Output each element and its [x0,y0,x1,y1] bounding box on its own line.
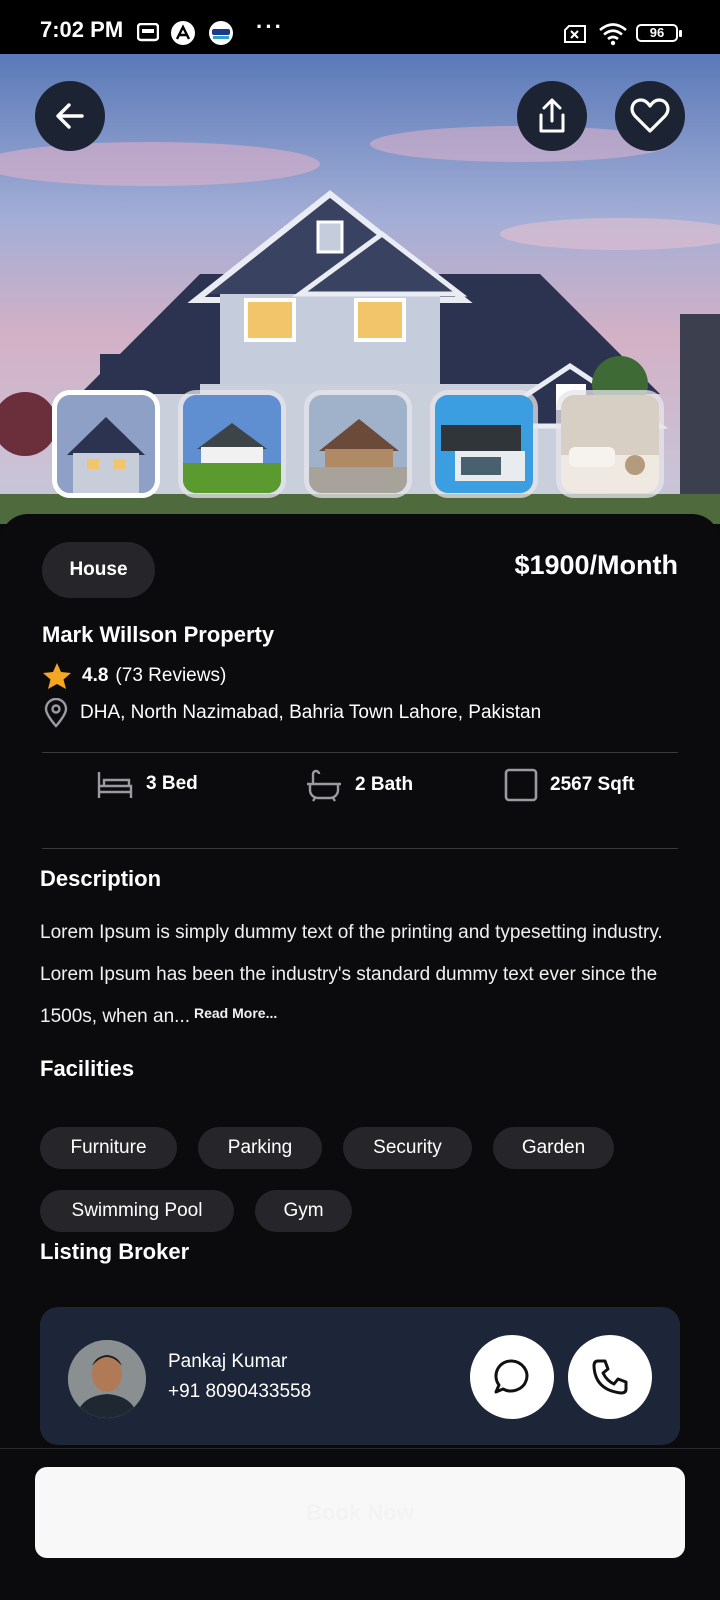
area-square-icon [504,768,538,802]
status-bar: 7:02 PM ··· 96 [0,0,720,54]
spec-beds: 3 Bed [96,768,198,800]
location-text: DHA, North Nazimabad, Bahria Town Lahore… [80,702,542,723]
avatar [68,1340,146,1418]
property-type-chip: House [42,542,155,598]
details-sheet: House $1900/Month Mark Willson Property … [0,514,720,1600]
thumb-interior[interactable] [556,390,664,498]
facility-chip: Furniture [40,1127,177,1169]
battery-level: 96 [649,25,665,40]
sim-icon [564,25,586,43]
facility-chip: Parking [198,1127,322,1169]
notification-icon [137,23,159,42]
book-now-button[interactable]: Book Now [35,1467,685,1558]
bed-icon [97,772,133,798]
area-label: 2567 Sqft [550,774,635,795]
beds-label: 3 Bed [146,773,198,794]
thumb-house-evening[interactable] [52,390,160,498]
facility-chip: Swimming Pool [40,1190,234,1232]
footer-divider [0,1448,720,1449]
favorite-button[interactable] [615,81,685,151]
thumb-house-lawn[interactable] [178,390,286,498]
cricket-icon [209,21,233,45]
hero-image [0,54,720,524]
baths-label: 2 Bath [355,774,414,795]
app-icon [171,21,195,45]
facilities-title: Facilities [40,1056,135,1081]
thumb-modern-house[interactable] [430,390,538,498]
divider [42,848,678,849]
facility-chip: Gym [255,1190,352,1232]
wifi-icon [599,23,627,46]
chat-bubble-icon [494,1359,529,1394]
review-count: (73 Reviews) [115,665,227,686]
divider [42,752,678,753]
rating-row: 4.8 (73 Reviews) [42,662,226,690]
thumb-house-stone[interactable] [304,390,412,498]
bath-icon [307,769,341,802]
back-button[interactable] [35,81,105,151]
broker-card: Pankaj Kumar +91 8090433558 [40,1307,680,1445]
message-button[interactable] [470,1335,554,1419]
broker-phone: +91 8090433558 [168,1381,312,1402]
status-time: 7:02 PM [40,17,124,42]
phone-icon [592,1359,628,1395]
battery-icon: 96 [636,24,682,42]
spec-area: 2567 Sqft [504,768,634,802]
facility-chip: Security [343,1127,472,1169]
location-row: DHA, North Nazimabad, Bahria Town Lahore… [44,698,541,728]
heart-icon [630,98,670,133]
read-more-link[interactable]: Read More... [194,1005,277,1021]
star-icon [43,663,71,689]
more-notifications-icon: ··· [256,14,284,39]
description-text: Lorem Ipsum is simply dummy text of the … [40,922,663,1027]
description-body: Lorem Ipsum is simply dummy text of the … [40,912,680,1038]
back-arrow-icon [56,103,84,129]
facility-chip: Garden [493,1127,614,1169]
rating-score: 4.8 [82,665,109,686]
call-button[interactable] [568,1335,652,1419]
location-pin-icon [44,698,68,728]
description-title: Description [40,866,162,891]
broker-section-title: Listing Broker [40,1239,190,1264]
share-button[interactable] [517,81,587,151]
property-title: Mark Willson Property [42,622,275,647]
price: $1900/Month [514,550,678,580]
broker-name: Pankaj Kumar [168,1351,288,1372]
spec-baths: 2 Bath [305,768,413,802]
share-icon [539,98,565,133]
